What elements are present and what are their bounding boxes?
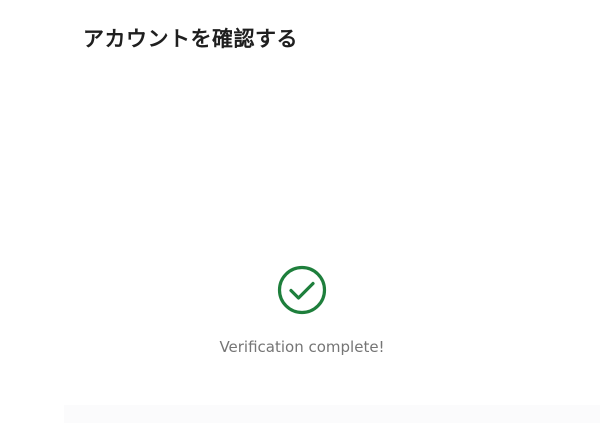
check-circle-ring	[277, 265, 327, 315]
page-title: アカウントを確認する	[83, 27, 298, 51]
check-mark	[289, 281, 315, 300]
footer-band	[64, 405, 600, 423]
verification-status: Verification complete!	[0, 264, 600, 357]
verification-page: アカウントを確認する Verification complete!	[0, 0, 600, 423]
verification-message: Verification complete!	[219, 338, 385, 356]
check-circle-icon	[277, 265, 327, 315]
